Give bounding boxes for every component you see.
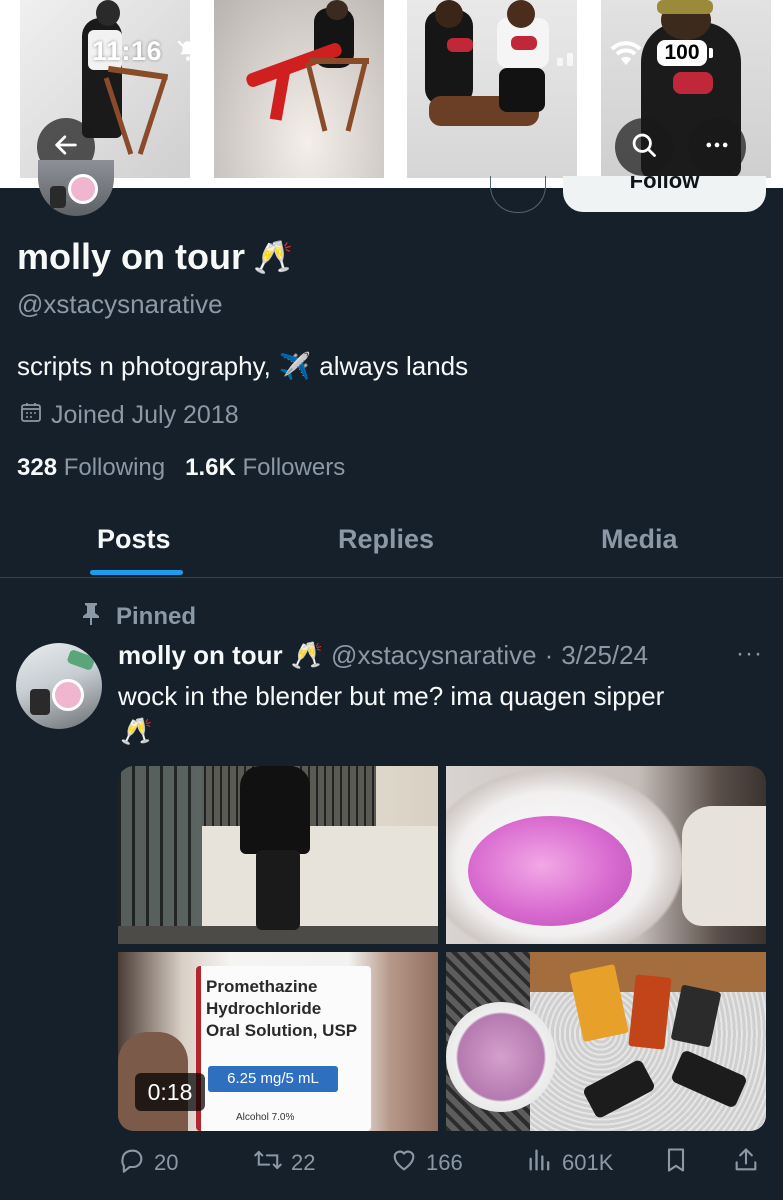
reply-count: 20 [154,1150,179,1175]
following-label: Following [63,454,166,481]
share-icon [732,1146,760,1180]
profile-banner: 11:16 100 [0,0,783,188]
reply-button[interactable]: 20 [118,1146,178,1180]
message-button[interactable] [490,176,546,213]
like-button[interactable]: 166 [390,1146,463,1180]
active-tab-indicator [90,570,183,575]
tweet-author-emoji: 🥂 [290,640,324,670]
tweet-author-name[interactable]: molly on tour [118,640,283,671]
bottle-label-line3: Oral Solution, USP [206,1021,358,1040]
tweet-header: molly on tour 🥂 @xstacysnarative · 3/25/… [118,640,648,671]
media-photo-4[interactable] [446,952,766,1131]
tweet-more-button[interactable]: ··· [736,640,763,668]
media-photo-1[interactable] [118,766,438,944]
wifi-icon [610,40,642,71]
bookmark-icon [662,1146,690,1180]
repost-icon [253,1146,283,1180]
display-name-text: molly on tour [17,236,245,277]
status-time: 11:16 [92,36,163,66]
followers-count: 1.6K [185,454,236,481]
profile-bio: scripts n photography, ✈️ always lands [17,351,468,382]
profile-display-name: molly on tour 🥂 [17,236,293,278]
views-button[interactable]: 601K [526,1146,613,1180]
search-icon [630,131,658,164]
back-arrow-icon [52,131,80,164]
bio-text-part1: scripts n photography, [17,351,271,381]
pinned-indicator: Pinned [80,601,196,632]
followers-label: Followers [242,454,346,481]
views-count: 601K [562,1150,614,1175]
follow-button-label: Follow [629,176,700,193]
tweet-media-grid: Promethazine Hydrochloride Oral Solution… [118,766,766,1131]
tab-posts[interactable]: Posts [97,524,171,555]
followers-link[interactable]: 1.6K Followers [185,454,345,481]
following-link[interactable]: 328 Following [17,454,165,481]
bottle-dose: 6.25 mg/5 mL [208,1066,338,1092]
bottle-alcohol: Alcohol 7.0% [236,1112,295,1123]
repost-count: 22 [291,1150,316,1175]
bottle-label-line1: Promethazine [206,977,318,996]
like-count: 166 [426,1150,463,1175]
views-icon [526,1146,554,1180]
signal-icon [557,42,597,71]
share-button[interactable] [732,1146,760,1180]
tab-replies[interactable]: Replies [338,524,434,555]
search-button[interactable] [615,118,673,176]
tweet-text-emoji: 🥂 [120,716,153,746]
bell-off-icon [175,38,201,69]
tweet-text: wock in the blender but me? ima quagen s… [118,681,665,711]
follow-button[interactable]: Follow [563,176,766,212]
airplane-emoji: ✈️ [278,351,312,381]
profile-handle: @xstacysnarative [17,289,223,319]
banner-photo-3 [407,0,577,178]
joined-text: Joined July 2018 [51,401,239,429]
tweet-author-handle[interactable]: @xstacysnarative [331,640,537,671]
repost-button[interactable]: 22 [253,1146,315,1180]
banner-photo-2 [214,0,384,178]
video-duration: 0:18 [135,1073,205,1111]
calendar-icon [19,400,43,431]
more-icon [703,131,731,164]
tab-media[interactable]: Media [601,524,678,555]
profile-avatar[interactable] [38,160,114,216]
tweet-actions: 20 22 166 601K [118,1146,768,1182]
profile-tabs: Posts Replies Media [0,520,783,578]
pin-icon [80,601,102,632]
following-count: 328 [17,454,58,481]
pinned-label: Pinned [116,602,197,630]
bio-text-part2: always lands [319,351,469,381]
reply-icon [118,1146,146,1180]
like-icon [390,1146,418,1180]
champagne-emoji: 🥂 [253,239,293,275]
more-options-button[interactable] [688,118,746,176]
battery-indicator: 100 [657,40,707,66]
bottle-label-line2: Hydrochloride [206,999,322,1018]
media-photo-2[interactable] [446,766,766,944]
battery-cap [709,48,713,58]
profile-stats: 328 Following 1.6K Followers [17,454,345,482]
tweet-author-avatar[interactable] [16,643,102,729]
joined-date: Joined July 2018 [19,400,239,431]
tweet-date[interactable]: 3/25/24 [561,640,648,671]
bookmark-button[interactable] [662,1146,690,1180]
tweet-separator: · [544,640,554,670]
